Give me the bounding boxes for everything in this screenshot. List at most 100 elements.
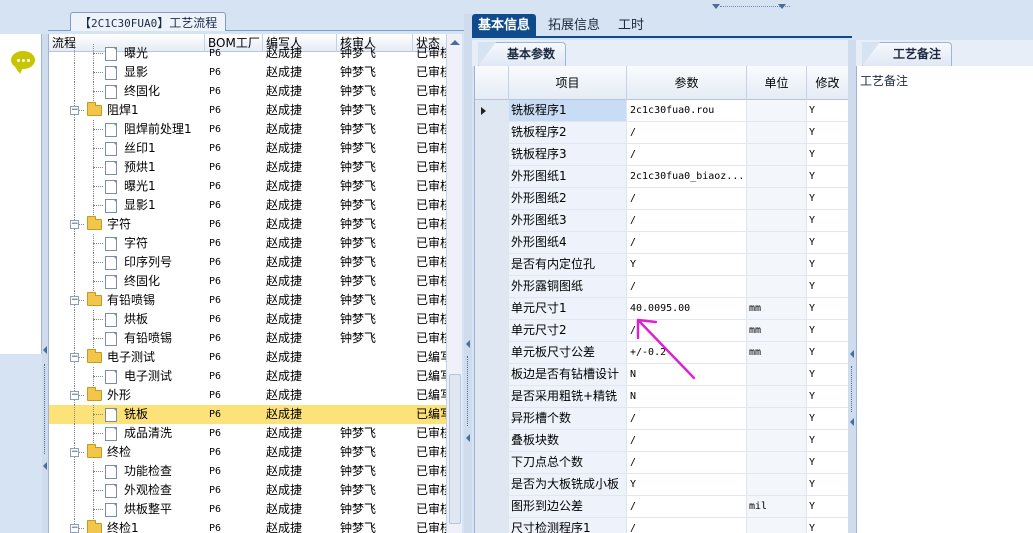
param-unit-cell[interactable] [747,474,807,495]
tree-row[interactable]: 终固化 P6 赵成捷 钟梦飞 已审核 [49,82,456,101]
tree-node[interactable]: 曝光 [49,44,205,63]
column-header-modify[interactable]: 修改 [807,66,848,100]
param-row[interactable]: 单元尺寸2/mm Y [475,320,848,342]
expand-toggle-icon[interactable]: − [70,106,79,115]
param-row[interactable]: 外形图纸3/ Y [475,210,848,232]
param-unit-cell[interactable]: mm [747,320,807,341]
row-indicator[interactable] [475,452,509,473]
tree-scrollbar[interactable] [446,34,462,533]
tree-row[interactable]: 阻焊前处理1 P6 赵成捷 钟梦飞 已审核 [49,120,456,139]
row-indicator[interactable] [475,496,509,517]
param-row[interactable]: 外形图纸4/ Y [475,232,848,254]
param-modify-cell[interactable]: Y [807,100,848,121]
param-row[interactable]: 是否采用粗铣+精铣 N Y [475,386,848,408]
param-value-cell[interactable]: 40.0095.00 [627,298,747,319]
tree-node[interactable]: 丝印1 [49,139,205,158]
param-row[interactable]: 叠板块数 / Y [475,430,848,452]
tree-row[interactable]: 成品清洗 P6 赵成捷 钟梦飞 已审核 [49,424,456,443]
param-unit-cell[interactable] [747,276,807,297]
param-unit-cell[interactable] [747,386,807,407]
param-modify-cell[interactable]: Y [807,276,848,297]
tree-node[interactable]: 成品清洗 [49,424,205,443]
param-modify-cell[interactable]: Y [807,320,848,341]
param-unit-cell[interactable] [747,122,807,143]
column-header-item[interactable]: 项目 [509,66,627,100]
tree-row[interactable]: 功能检查 P6 赵成捷 钟梦飞 已审核 [49,462,456,481]
param-value-cell[interactable]: / [627,408,747,429]
param-row[interactable]: 下刀点总个数 / Y [475,452,848,474]
param-row[interactable]: 铣板程序3/ Y [475,144,848,166]
tree-row[interactable]: − 外形 P6 赵成捷 已编写 [49,386,456,405]
column-header-param[interactable]: 参数 [627,66,747,100]
tree-row[interactable]: 终固化 P6 赵成捷 钟梦飞 已审核 [49,272,456,291]
collapse-arrow-icon[interactable] [43,462,47,470]
param-unit-cell[interactable] [747,452,807,473]
expand-toggle-icon[interactable]: − [70,448,79,457]
collapse-left-arrow-icon[interactable] [712,4,720,9]
process-notes-panel[interactable]: 工艺备注 [856,66,1033,533]
param-modify-cell[interactable]: Y [807,452,848,473]
tree-node[interactable]: − 有铅喷锡 [49,291,205,310]
tab-process-notes[interactable]: 工艺备注 [862,42,953,66]
expand-toggle-icon[interactable]: − [70,296,79,305]
tree-row[interactable]: − 电子测试 P6 赵成捷 已编写 [49,348,456,367]
tree-row[interactable]: 曝光 P6 赵成捷 钟梦飞 已审核 [49,44,456,63]
param-value-cell[interactable]: / [627,210,747,231]
expand-toggle-icon[interactable]: − [70,391,79,400]
tree-row[interactable]: 曝光1 P6 赵成捷 钟梦飞 已审核 [49,177,456,196]
param-value-cell[interactable]: / [627,518,747,533]
param-modify-cell[interactable]: Y [807,342,848,363]
tree-node[interactable]: 显影 [49,63,205,82]
param-unit-cell[interactable] [747,144,807,165]
param-row[interactable]: 外形图纸2/ Y [475,188,848,210]
tree-row[interactable]: 字符 P6 赵成捷 钟梦飞 已审核 [49,234,456,253]
collapse-arrow-icon[interactable] [43,346,47,354]
row-indicator[interactable] [475,210,509,231]
param-unit-cell[interactable] [747,408,807,429]
tree-row[interactable]: 印序列号 P6 赵成捷 钟梦飞 已审核 [49,253,456,272]
param-value-cell[interactable]: / [627,320,747,341]
param-unit-cell[interactable]: mil [747,496,807,517]
row-indicator[interactable] [475,408,509,429]
collapse-arrow-icon[interactable] [850,418,854,426]
tree-node[interactable]: − 阻焊1 [49,101,205,120]
tree-node[interactable]: 铣板 [49,405,205,424]
param-unit-cell[interactable] [747,364,807,385]
collapse-arrow-icon[interactable] [466,434,470,442]
tree-row[interactable]: 烘板 P6 赵成捷 钟梦飞 已审核 [49,310,456,329]
param-unit-cell[interactable]: mm [747,342,807,363]
expand-toggle-icon[interactable]: − [70,353,79,362]
param-row[interactable]: 单元尺寸1 40.0095.00 mm Y [475,298,848,320]
row-indicator[interactable] [475,518,509,533]
row-indicator[interactable] [475,298,509,319]
tree-node[interactable]: 显影1 [49,196,205,215]
param-value-cell[interactable]: / [627,496,747,517]
row-indicator[interactable] [475,386,509,407]
param-value-cell[interactable]: / [627,452,747,473]
tree-row[interactable]: 丝印1 P6 赵成捷 钟梦飞 已审核 [49,139,456,158]
param-modify-cell[interactable]: Y [807,408,848,429]
param-row[interactable]: 铣板程序1 2c1c30fua0.rou Y [475,100,848,122]
collapse-arrow-icon[interactable] [850,350,854,358]
param-modify-cell[interactable]: Y [807,254,848,275]
tree-node[interactable]: 终固化 [49,272,205,291]
tree-node[interactable]: − 字符 [49,215,205,234]
tree-node[interactable]: − 终检 [49,443,205,462]
param-modify-cell[interactable]: Y [807,122,848,143]
tree-node[interactable]: 烘板整平 [49,500,205,519]
param-value-cell[interactable]: 2c1c30fua0.rou [627,100,747,121]
row-indicator[interactable] [475,232,509,253]
tab-basic-info[interactable]: 基本信息 [472,14,537,38]
param-value-cell[interactable]: / [627,430,747,451]
tab-work-hours[interactable]: 工时 [612,14,650,38]
param-row[interactable]: 外形露铜图纸 / Y [475,276,848,298]
param-value-cell[interactable]: N [627,364,747,385]
param-modify-cell[interactable]: Y [807,210,848,231]
tree-row[interactable]: 外观检查 P6 赵成捷 钟梦飞 已审核 [49,481,456,500]
param-row[interactable]: 图形到边公差 / mil Y [475,496,848,518]
tree-node[interactable]: 曝光1 [49,177,205,196]
tree-row[interactable]: 显影1 P6 赵成捷 钟梦飞 已审核 [49,196,456,215]
row-indicator[interactable] [475,474,509,495]
tab-basic-params[interactable]: 基本参数 [478,42,567,66]
param-row[interactable]: 尺寸检测程序1/ Y [475,518,848,533]
